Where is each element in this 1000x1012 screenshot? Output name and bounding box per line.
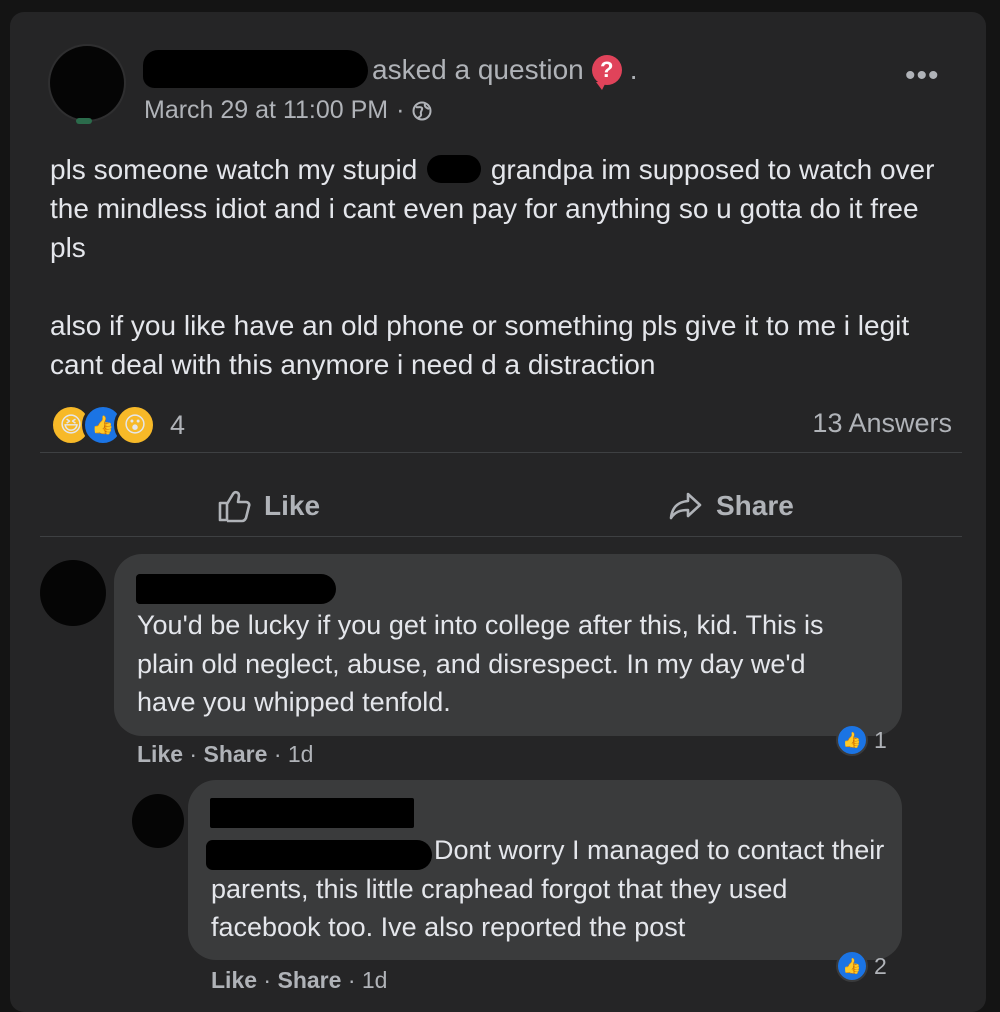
reply-avatar[interactable]	[132, 794, 184, 848]
comment-time[interactable]: 1d	[288, 741, 314, 767]
post-paragraph-2: also if you like have an old phone or so…	[50, 310, 910, 380]
wow-reaction-icon: 😮	[114, 404, 156, 446]
post-card: asked a question ? . March 29 at 11:00 P…	[10, 12, 986, 1012]
share-button[interactable]: Share	[668, 488, 794, 524]
thumbs-up-icon	[218, 490, 251, 523]
comment-like-count: 1	[874, 726, 887, 753]
meta-separator: ·	[263, 967, 272, 993]
comment-like-link[interactable]: Like	[137, 741, 183, 767]
comment-avatar[interactable]	[40, 560, 106, 626]
comment-text: You'd be lucky if you get into college a…	[137, 610, 824, 717]
like-reaction-icon: 👍	[836, 950, 868, 982]
question-icon: ?	[591, 55, 622, 90]
post-text-part-1: pls someone watch my stupid	[50, 154, 418, 185]
date-separator: ·	[396, 96, 405, 124]
comment-actions: Like · Share · 1d	[137, 741, 313, 768]
reply-like-count: 2	[874, 952, 887, 979]
like-reaction-icon: 👍	[836, 724, 868, 756]
meta-separator: ·	[189, 741, 198, 767]
meta-separator: ·	[347, 967, 356, 993]
like-button-label: Like	[264, 490, 321, 521]
reply-time[interactable]: 1d	[362, 967, 388, 993]
answers-count[interactable]: 13 Answers	[812, 408, 952, 439]
reply-actions: Like · Share · 1d	[211, 967, 387, 994]
author-avatar[interactable]	[50, 46, 124, 124]
post-paragraph-1: pls someone watch my stupid grandpa im s…	[50, 150, 950, 267]
post-body: pls someone watch my stupid grandpa im s…	[50, 150, 950, 384]
post-timestamp-line: March 29 at 11:00 PM ·	[144, 96, 432, 125]
redacted-word	[427, 155, 482, 183]
meta-separator: ·	[273, 741, 282, 767]
like-button[interactable]: Like	[216, 488, 320, 524]
globe-icon	[412, 101, 432, 120]
comment-like-badge[interactable]: 👍 1	[836, 724, 887, 756]
asked-question-label: asked a question	[372, 54, 584, 85]
reply-like-badge[interactable]: 👍 2	[836, 950, 887, 982]
comment-author-redacted[interactable]	[136, 574, 336, 604]
comment-bubble: You'd be lucky if you get into college a…	[114, 554, 902, 736]
divider-top	[40, 452, 962, 453]
header-suffix: .	[629, 54, 638, 85]
author-name-redacted[interactable]	[143, 50, 368, 88]
reply-bubble: Dont worry I managed to contact their pa…	[188, 780, 902, 960]
reaction-count: 4	[170, 409, 186, 440]
share-arrow-icon	[669, 492, 702, 520]
more-options-icon[interactable]: •••	[905, 61, 940, 91]
reply-author-redacted[interactable]	[210, 798, 414, 828]
comment-share-link[interactable]: Share	[203, 741, 267, 767]
reply-share-link[interactable]: Share	[277, 967, 341, 993]
post-date[interactable]: March 29 at 11:00 PM	[144, 96, 388, 125]
share-button-label: Share	[716, 490, 794, 521]
post-header-line: asked a question ? .	[372, 54, 638, 90]
active-status-dot	[76, 118, 92, 124]
reactions-summary[interactable]: 😆 👍 😮 4	[50, 404, 185, 446]
reply-text: Dont worry I managed to contact their pa…	[211, 835, 885, 942]
divider-bottom	[40, 536, 962, 537]
reply-like-link[interactable]: Like	[211, 967, 257, 993]
